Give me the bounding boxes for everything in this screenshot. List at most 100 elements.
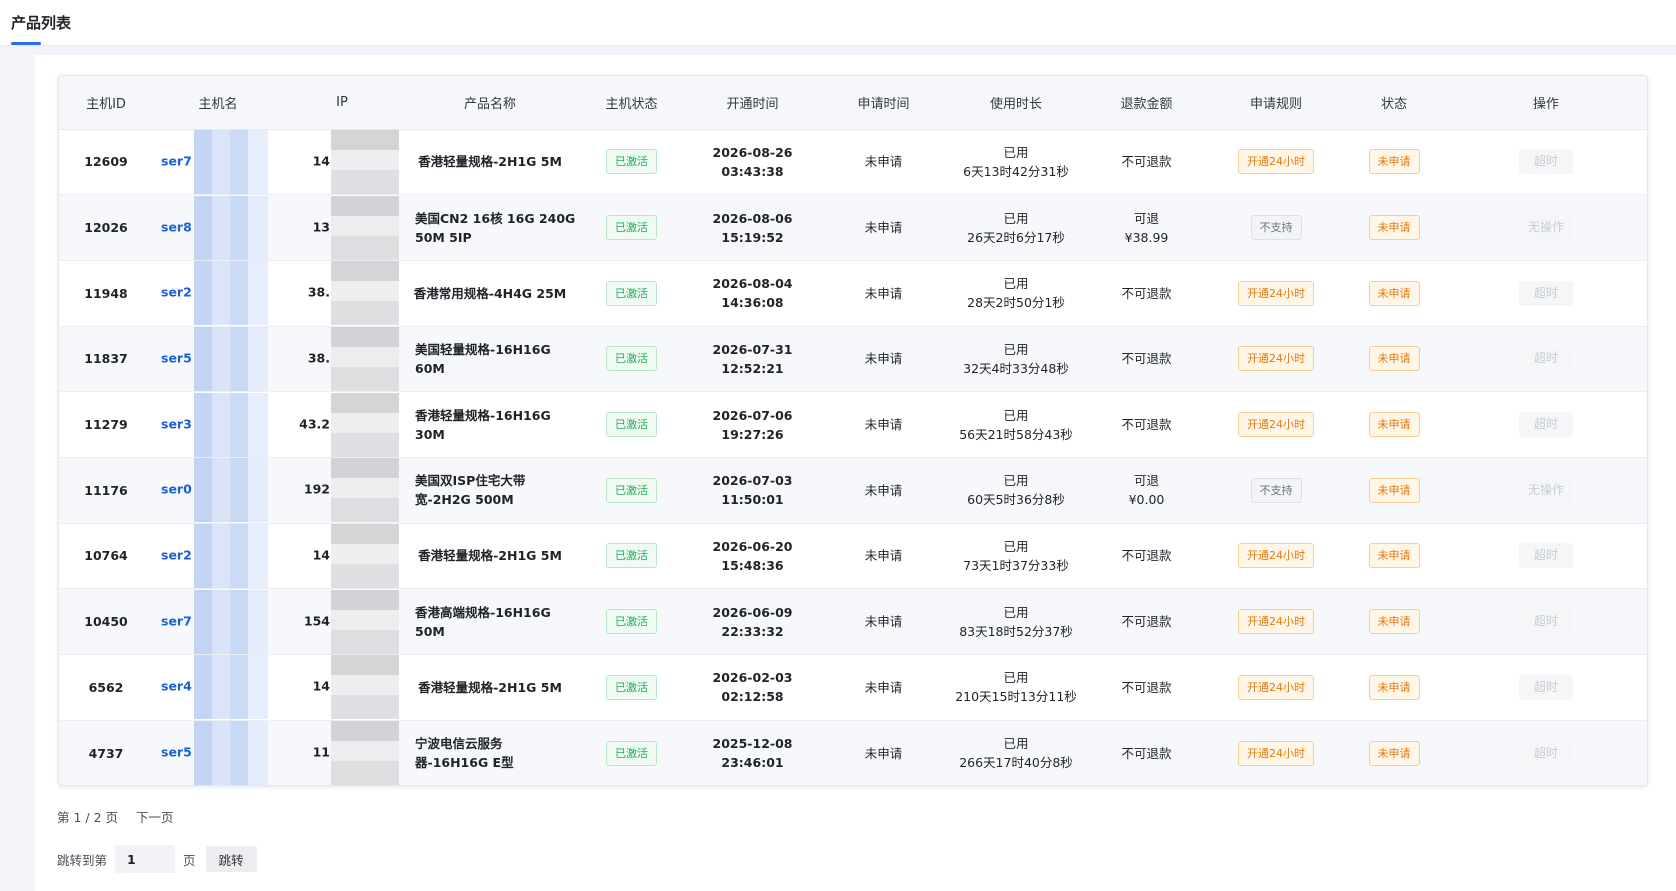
operation-button[interactable]: 超时 — [1519, 149, 1573, 175]
redacted-ip — [331, 195, 399, 260]
apply-time: 未申请 — [821, 588, 946, 655]
apply-rule-badge: 开通24小时 — [1238, 346, 1314, 372]
product-name: 香港轻量规格-2H1G 5M — [401, 129, 579, 196]
column-header: 申请时间 — [821, 76, 946, 130]
ip-address: 14 — [312, 153, 330, 169]
host-id: 11279 — [59, 391, 153, 458]
state-badge: 未申请 — [1368, 674, 1420, 700]
host-name-link[interactable]: ser8 — [161, 219, 192, 234]
operation-button[interactable]: 无操作 — [1519, 477, 1573, 503]
redacted-ip — [331, 392, 399, 457]
product-name: 香港轻量规格-2H1G 5M — [401, 523, 579, 590]
refund-status: 不可退款 — [1121, 154, 1172, 170]
usage-duration: 已用 60天5时36分8秒 — [946, 457, 1086, 524]
refund-cell: 不可退款 — [1086, 260, 1207, 327]
host-name-link[interactable]: ser5 — [161, 350, 192, 365]
usage-duration: 已用 73天1时37分33秒 — [946, 523, 1086, 590]
operation-button[interactable]: 超时 — [1519, 346, 1573, 372]
host-status-cell: 已激活 — [579, 457, 684, 524]
host-name-link[interactable]: ser7 — [161, 153, 192, 168]
ip-address: 14 — [312, 547, 330, 563]
ip-cell: 154 — [283, 588, 401, 655]
usage-duration: 已用 28天2时50分1秒 — [946, 260, 1086, 327]
operation-button[interactable]: 超时 — [1519, 412, 1573, 438]
apply-rule-cell: 开通24小时 — [1207, 588, 1345, 655]
apply-rule-badge: 开通24小时 — [1238, 674, 1314, 700]
apply-rule-cell: 不支持 — [1207, 457, 1345, 524]
host-name-link[interactable]: ser2 — [161, 285, 192, 300]
column-header: 退款金额 — [1086, 76, 1207, 130]
pagination: 第 1 / 2 页 下一页 — [57, 807, 188, 826]
jump-button[interactable]: 跳转 — [205, 846, 257, 872]
host-id: 10764 — [59, 523, 153, 590]
state-cell: 未申请 — [1345, 391, 1443, 458]
host-status-cell: 已激活 — [579, 391, 684, 458]
refund-status: 不可退款 — [1121, 679, 1172, 695]
state-cell: 未申请 — [1345, 588, 1443, 655]
usage-label: 已用 — [1003, 144, 1029, 160]
ip-address: 38. — [307, 284, 330, 300]
host-name-link[interactable]: ser5 — [161, 745, 192, 760]
open-date: 2026-02-03 — [712, 670, 793, 686]
state-badge: 未申请 — [1368, 609, 1420, 635]
ip-address: 43.2 — [299, 416, 330, 432]
host-name-link[interactable]: ser4 — [161, 679, 192, 694]
ip-address: 13 — [312, 219, 330, 235]
host-name-link[interactable]: ser7 — [161, 613, 192, 628]
state-badge: 未申请 — [1368, 149, 1420, 175]
refund-cell: 不可退款 — [1086, 391, 1207, 458]
host-name-link[interactable]: ser2 — [161, 547, 192, 562]
redacted-ip — [331, 129, 399, 194]
apply-rule-badge: 开通24小时 — [1238, 280, 1314, 306]
jump-page-input[interactable] — [115, 845, 176, 873]
apply-rule-cell: 开通24小时 — [1207, 260, 1345, 327]
ip-cell: 43.2 — [283, 391, 401, 458]
refund-cell: 可退 ¥38.99 — [1086, 194, 1207, 261]
operation-button[interactable]: 超时 — [1519, 543, 1573, 569]
refund-cell: 不可退款 — [1086, 326, 1207, 393]
next-page-link[interactable]: 下一页 — [136, 810, 174, 825]
column-header: 主机状态 — [579, 76, 684, 130]
operation-button[interactable]: 超时 — [1519, 674, 1573, 700]
operation-button[interactable]: 无操作 — [1519, 215, 1573, 241]
host-name-link[interactable]: ser3 — [161, 416, 192, 431]
refund-amount: ¥38.99 — [1124, 229, 1169, 245]
apply-rule-badge: 开通24小时 — [1238, 543, 1314, 569]
redacted-ip — [331, 458, 399, 523]
operation-cell: 超时 — [1443, 260, 1647, 327]
operation-cell: 超时 — [1443, 523, 1647, 590]
ip-cell: 38. — [283, 260, 401, 327]
host-id: 6562 — [59, 654, 153, 721]
open-time: 2026-08-06 15:19:52 — [684, 194, 821, 261]
product-name: 香港高端规格-16H16G 50M — [401, 588, 579, 655]
operation-button[interactable]: 超时 — [1519, 280, 1573, 306]
refund-cell: 不可退款 — [1086, 523, 1207, 590]
host-name-cell: ser7 — [153, 129, 283, 196]
product-name-line: 美国轻量规格-16H16G — [415, 341, 551, 357]
tab-product-list[interactable]: 产品列表 — [11, 12, 71, 46]
open-clock: 14:36:08 — [721, 295, 784, 311]
ip-address: 192 — [303, 481, 330, 497]
host-name-cell: ser4 — [153, 654, 283, 721]
host-id: 11837 — [59, 326, 153, 393]
host-name-cell: ser5 — [153, 720, 283, 785]
table-row: 6562 ser4 14 香港轻量规格-2H1G 5M 已激活 2026-02-… — [59, 654, 1647, 721]
host-name-link[interactable]: ser0 — [161, 482, 192, 497]
usage-label: 已用 — [1003, 736, 1029, 752]
apply-time: 未申请 — [821, 326, 946, 393]
host-status-cell: 已激活 — [579, 720, 684, 785]
usage-value: 266天17时40分8秒 — [959, 755, 1073, 771]
host-status-cell: 已激活 — [579, 523, 684, 590]
operation-button[interactable]: 超时 — [1519, 740, 1573, 766]
operation-button[interactable]: 超时 — [1519, 609, 1573, 635]
jump-label: 跳转到第 — [57, 852, 108, 868]
open-date: 2026-08-06 — [712, 210, 793, 226]
ip-cell: 192 — [283, 457, 401, 524]
redacted-ip — [331, 261, 399, 326]
apply-time: 未申请 — [821, 457, 946, 524]
usage-duration: 已用 210天15时13分11秒 — [946, 654, 1086, 721]
page-info: 第 1 / 2 页 — [57, 810, 119, 825]
apply-rule-badge: 开通24小时 — [1238, 149, 1314, 175]
apply-rule-cell: 开通24小时 — [1207, 654, 1345, 721]
usage-label: 已用 — [1003, 276, 1029, 292]
